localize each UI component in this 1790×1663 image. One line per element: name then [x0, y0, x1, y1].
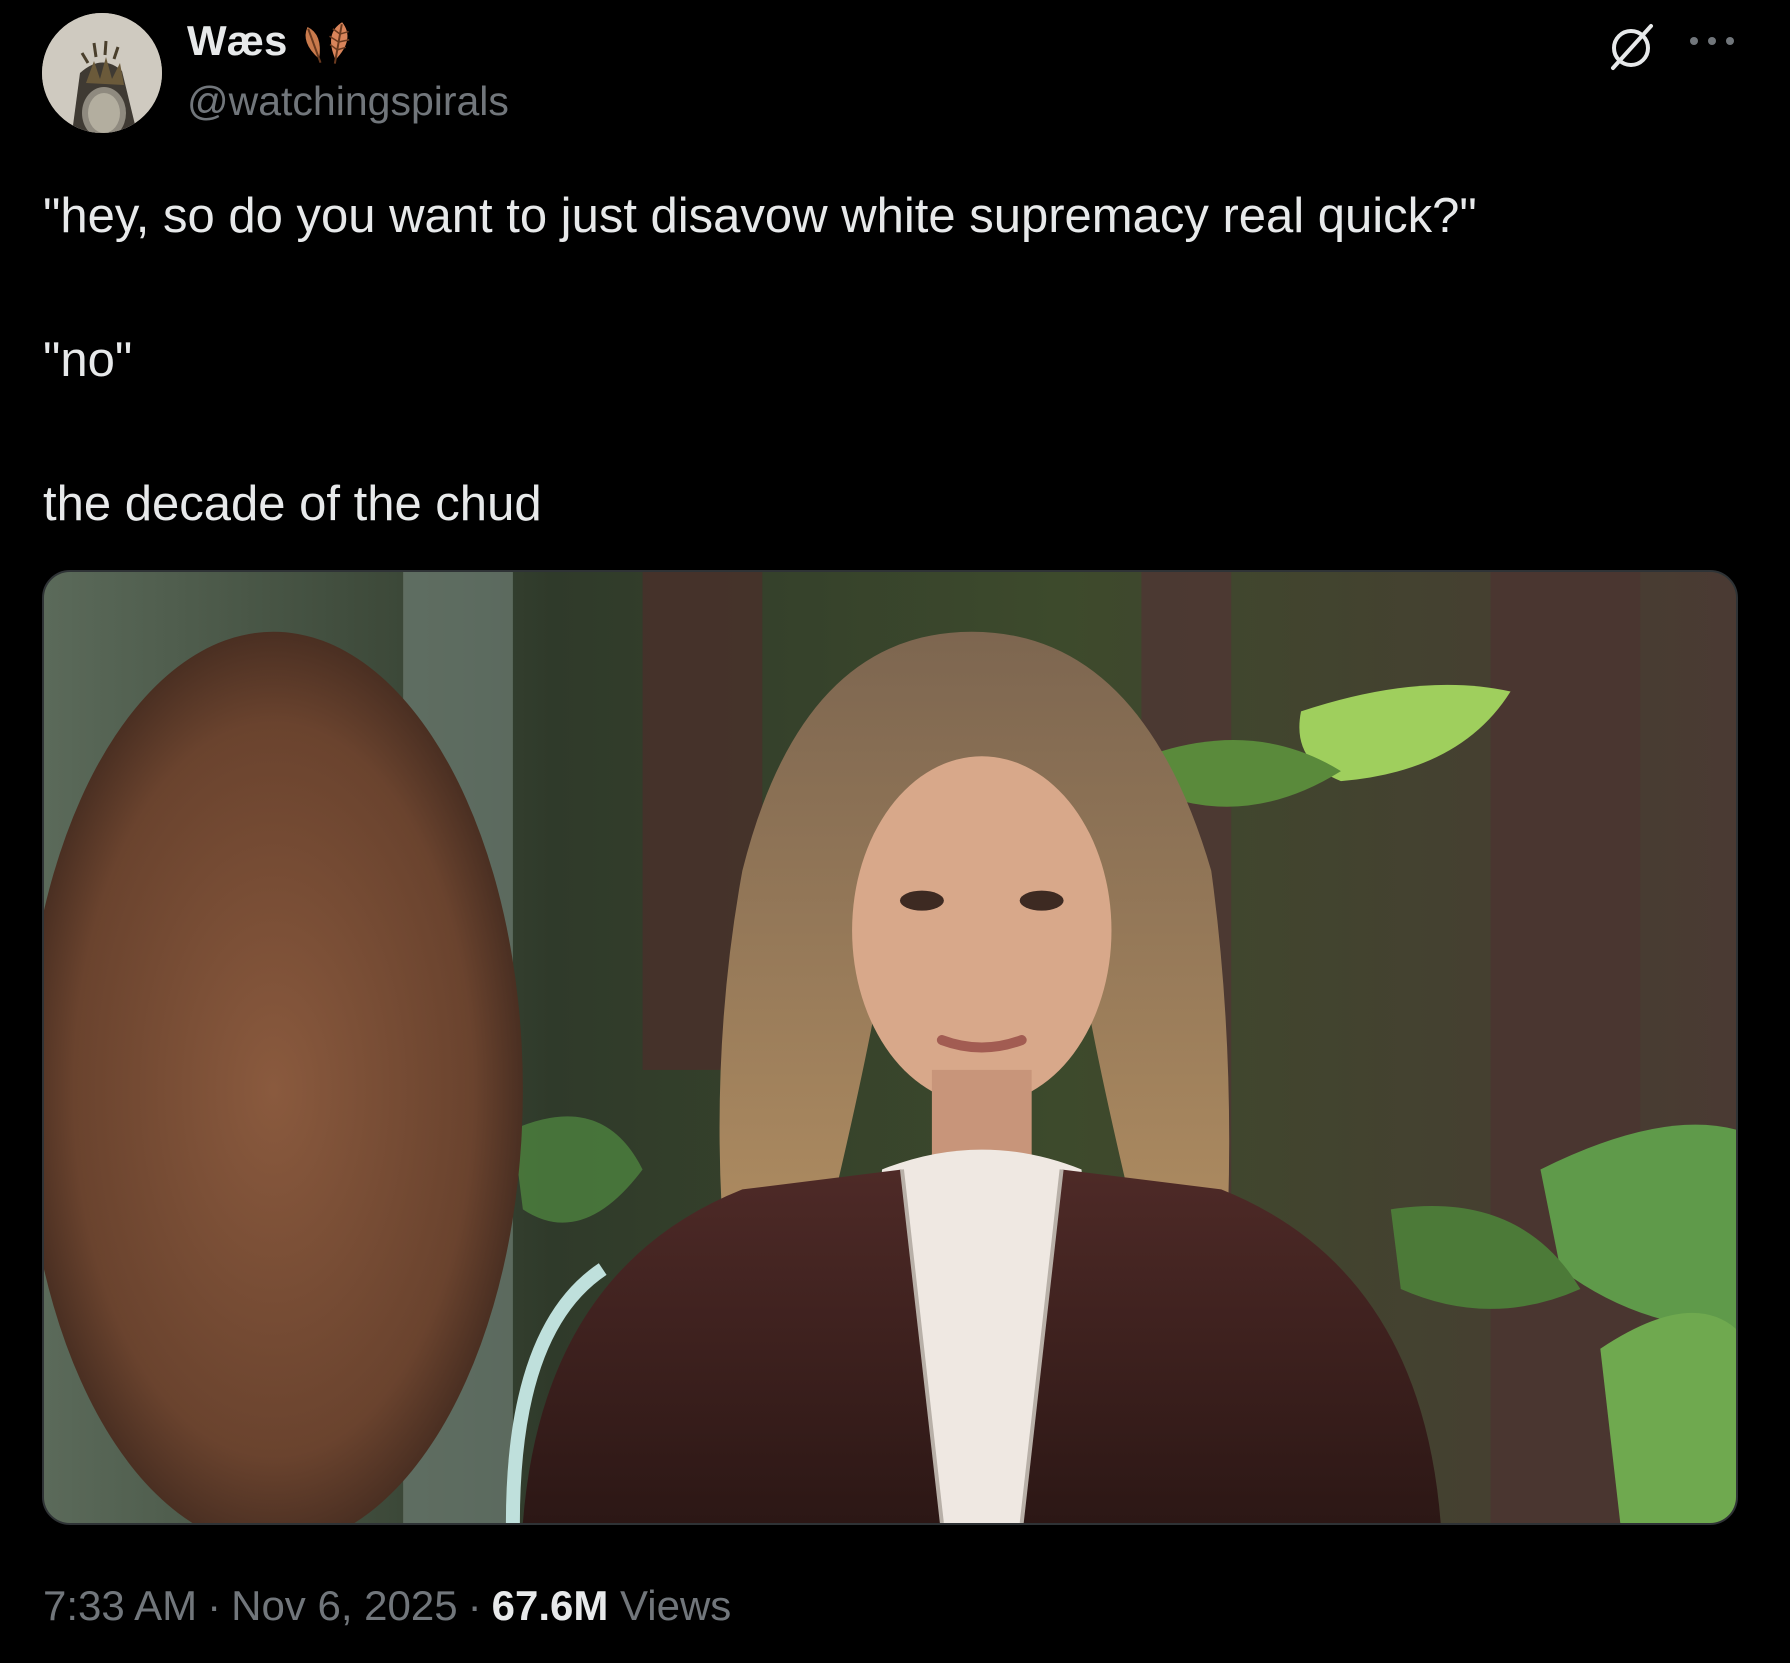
tweet-text: "hey, so do you want to just disavow whi…: [43, 180, 1743, 540]
views-label: Views: [620, 1582, 732, 1629]
more-options-icon[interactable]: [1686, 26, 1738, 56]
author-handle[interactable]: @watchingspirals: [187, 76, 509, 126]
tweet-date: Nov 6, 2025: [231, 1582, 458, 1629]
tweet-detail: Wæs @watchingspirals "hey, so do you wan…: [0, 0, 1790, 1663]
tweet-line: "no": [43, 333, 133, 387]
views-link[interactable]: 67.6M Views: [492, 1582, 732, 1629]
avatar-icon: [42, 13, 162, 133]
grok-icon[interactable]: [1603, 18, 1659, 74]
tweet-line: "hey, so do you want to just disavow whi…: [43, 189, 1477, 243]
tweet-media-image[interactable]: [42, 570, 1738, 1525]
display-name-text: Wæs: [187, 17, 288, 64]
leaf-icons: [295, 18, 359, 64]
tweet-time-link[interactable]: 7:33 AM · Nov 6, 2025: [43, 1582, 458, 1629]
views-count: 67.6M: [491, 1582, 609, 1629]
meta-separator: ·: [467, 1582, 482, 1629]
tweet-metadata: 7:33 AM · Nov 6, 2025 · 67.6M Views: [43, 1578, 731, 1634]
tweet-line: the decade of the chud: [43, 477, 542, 531]
author-display-name[interactable]: Wæs: [187, 16, 359, 66]
meta-separator: ·: [207, 1582, 222, 1629]
tweet-time: 7:33 AM: [43, 1582, 198, 1629]
avatar[interactable]: [42, 13, 162, 133]
